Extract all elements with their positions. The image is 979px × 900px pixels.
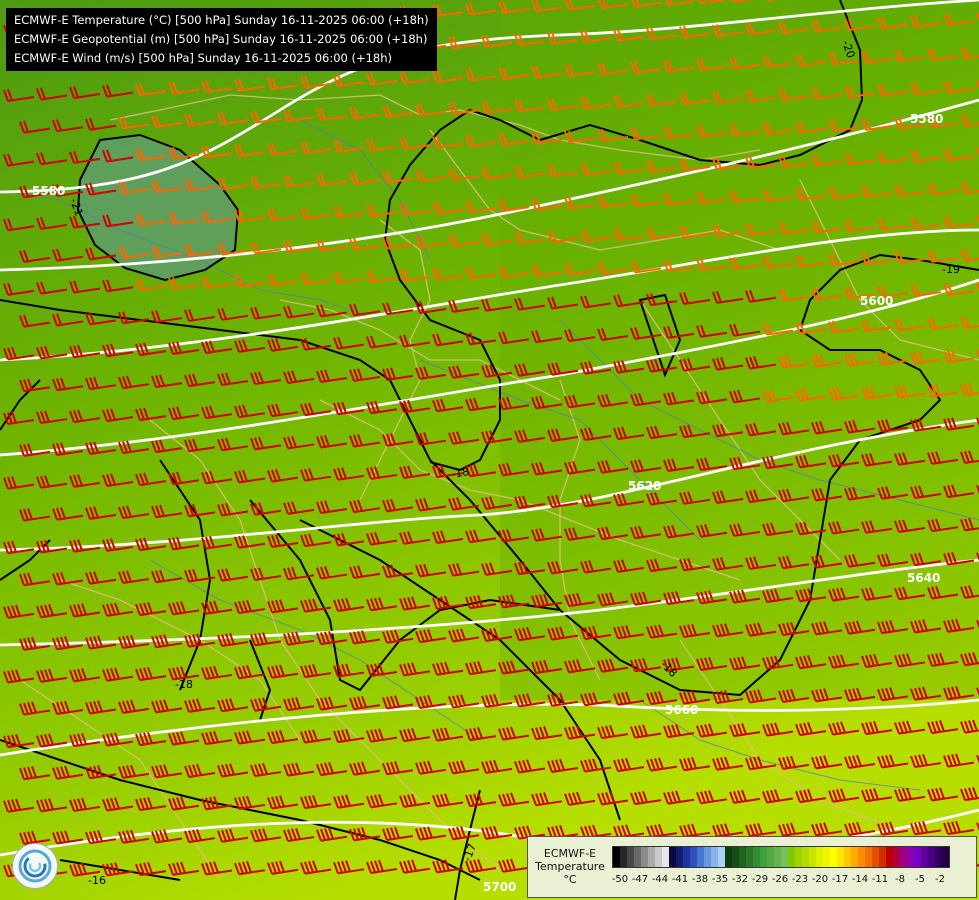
isotherm-label: -18 xyxy=(175,678,193,691)
legend-tick-label: -11 xyxy=(871,874,889,885)
legend-tick-label: -5 xyxy=(915,874,925,885)
title-geopotential: ECMWF-E Geopotential (m) [500 hPa] Sunda… xyxy=(14,32,428,46)
legend-swatch xyxy=(669,847,676,867)
legend-swatch xyxy=(683,847,690,867)
legend-tick-label: -20 xyxy=(811,874,829,885)
legend-swatch xyxy=(893,847,900,867)
temperature-legend: ECMWF-E Temperature °C -50 -47 -44 -41 -38 -3… xyxy=(527,836,977,898)
legend-swatch xyxy=(641,847,648,867)
title-wind: ECMWF-E Wind (m/s) [500 hPa] Sunday 16-1… xyxy=(14,51,393,65)
ecmwf-logo-icon xyxy=(12,843,58,889)
legend-swatch xyxy=(907,847,914,867)
title-temperature: ECMWF-E Temperature (°C) [500 hPa] Sunda… xyxy=(14,13,429,27)
legend-swatch xyxy=(753,847,760,867)
legend-title-line2: Temperature xyxy=(535,860,605,873)
legend-title-line1: ECMWF-E xyxy=(543,847,597,860)
legend-swatch xyxy=(774,847,781,867)
legend-swatch xyxy=(802,847,809,867)
legend-swatch xyxy=(725,847,732,867)
legend-tick-label: -38 xyxy=(691,874,709,885)
legend-swatch xyxy=(676,847,683,867)
legend-swatch xyxy=(879,847,886,867)
legend-swatch xyxy=(662,847,669,867)
legend-swatch xyxy=(942,847,949,867)
legend-swatch xyxy=(746,847,753,867)
legend-swatch xyxy=(732,847,739,867)
legend-swatch xyxy=(711,847,718,867)
legend-swatch xyxy=(613,847,620,867)
legend-swatch xyxy=(648,847,655,867)
legend-swatch xyxy=(858,847,865,867)
isohypse-label: 5600 xyxy=(860,294,893,308)
legend-tick-labels: -50 -47 -44 -41 -38 -35 -32 -29 -26 -23 -20 -17 -14-… xyxy=(612,874,972,888)
legend-tick-label: -17 xyxy=(831,874,849,885)
legend-swatch xyxy=(739,847,746,867)
legend-swatch xyxy=(914,847,921,867)
legend-swatch xyxy=(928,847,935,867)
isotherm-label: -16 xyxy=(88,874,106,887)
legend-swatch xyxy=(886,847,893,867)
legend-tick-label: -2 xyxy=(935,874,945,885)
legend-color-bar xyxy=(612,846,950,868)
isohypse-label: 5640 xyxy=(907,571,940,585)
legend-tick-label: -8 xyxy=(895,874,905,885)
legend-swatch xyxy=(704,847,711,867)
legend-tick-label: -35 xyxy=(711,874,729,885)
isohypse-label: 5700 xyxy=(483,880,516,894)
isotherm-label: -19 xyxy=(942,263,960,276)
legend-swatch xyxy=(921,847,928,867)
legend-swatch xyxy=(872,847,879,867)
legend-swatch xyxy=(823,847,830,867)
legend-swatch xyxy=(900,847,907,867)
legend-swatch xyxy=(809,847,816,867)
legend-swatch xyxy=(620,847,627,867)
legend-swatch xyxy=(760,847,767,867)
isohypse-label: 5620 xyxy=(628,479,661,493)
legend-swatch xyxy=(851,847,858,867)
legend-swatch xyxy=(627,847,634,867)
legend-swatch xyxy=(844,847,851,867)
legend-tick-label: -14 xyxy=(851,874,869,885)
legend-swatch xyxy=(767,847,774,867)
legend-swatch xyxy=(816,847,823,867)
legend-swatch xyxy=(718,847,725,867)
legend-swatch xyxy=(697,847,704,867)
legend-swatch xyxy=(830,847,837,867)
legend-tick-label: -26 xyxy=(771,874,789,885)
legend-swatch xyxy=(865,847,872,867)
isohypse-label: 5580 xyxy=(32,184,65,198)
weather-map: 5580 5580 5600 5620 5640 5660 5700 -20 -… xyxy=(0,0,979,900)
legend-unit: °C xyxy=(563,873,577,886)
legend-swatch xyxy=(655,847,662,867)
map-title-box: ECMWF-E Temperature (°C) [500 hPa] Sunda… xyxy=(6,8,437,71)
legend-tick-label: -44 xyxy=(651,874,669,885)
legend-swatch xyxy=(788,847,795,867)
legend-swatch xyxy=(781,847,788,867)
legend-swatch xyxy=(837,847,844,867)
legend-tick-label: -50 xyxy=(611,874,629,885)
legend-tick-label: -29 xyxy=(751,874,769,885)
legend-tick-label: -41 xyxy=(671,874,689,885)
logo-swirl-icon xyxy=(18,849,52,883)
isohypse-label: 5580 xyxy=(910,112,943,126)
legend-swatch xyxy=(690,847,697,867)
legend-tick-label: -47 xyxy=(631,874,649,885)
legend-title: ECMWF-E Temperature °C xyxy=(528,847,612,886)
legend-tick-label: -23 xyxy=(791,874,809,885)
legend-swatch xyxy=(634,847,641,867)
legend-tick-label: -32 xyxy=(731,874,749,885)
legend-swatch xyxy=(795,847,802,867)
legend-swatch xyxy=(935,847,942,867)
isohypse-label: 5660 xyxy=(665,703,698,717)
